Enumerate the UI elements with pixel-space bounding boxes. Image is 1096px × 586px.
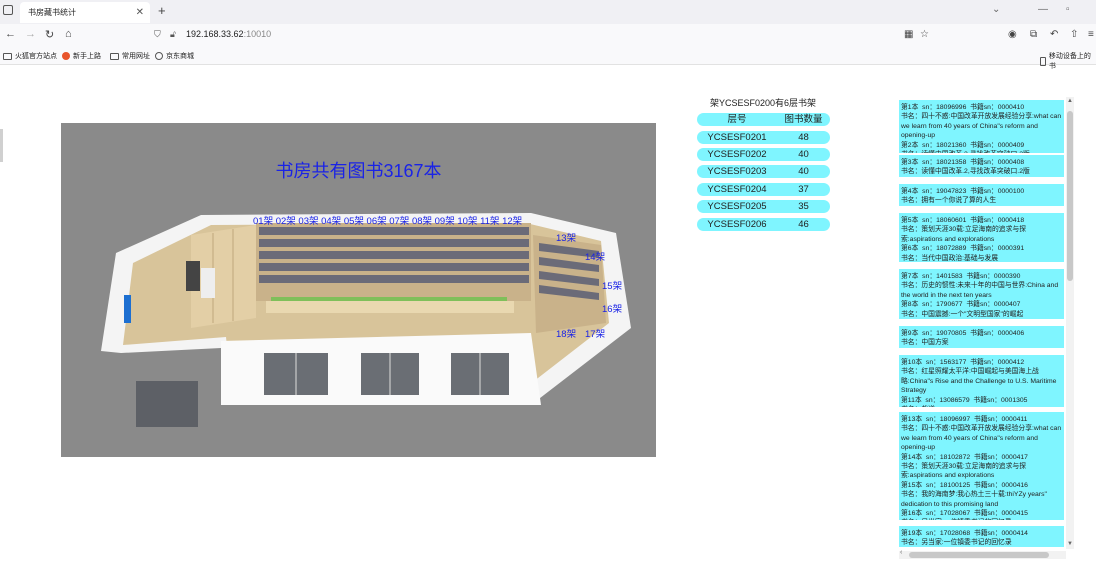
shelf-layer-id: YCSESF0201 [707, 132, 767, 143]
shield-icon[interactable]: ⛉ [154, 29, 161, 40]
new-tab-button[interactable]: + [158, 3, 166, 18]
minimize-icon[interactable]: — [1038, 4, 1048, 15]
shelf-row[interactable]: YCSESF0202 40 [697, 148, 830, 161]
url-port: :10010 [243, 29, 272, 39]
book-entry[interactable]: 第19本 sn：17028068 书籍sn：0000414 书名：另当家:一位镇… [899, 526, 1064, 547]
book-entry[interactable]: 第1本 sn：18096996 书籍sn：0000410 书名：四十不惑:中国改… [899, 100, 1064, 153]
book-entry[interactable]: 第13本 sn：18096997 书籍sn：0000411 书名：四十不惑:中国… [899, 412, 1064, 520]
book-list-vertical-scrollbar[interactable]: ▲ ▼ [1066, 97, 1074, 549]
mobile-bookmarks[interactable]: 移动设备上的书 [1040, 51, 1096, 71]
book-entry[interactable]: 第4本 sn：19047823 书籍sn：0000100 书名：拥有一个你说了算… [899, 184, 1064, 206]
back-icon[interactable]: ← [5, 28, 16, 40]
shelf-row[interactable]: YCSESF0204 37 [697, 183, 830, 196]
bookmarks-bar: 火狐官方站点 新手上路 常用网址 京东商城 移动设备上的书 [0, 47, 1096, 70]
globe-icon [155, 52, 163, 60]
room-3d-view: 书房共有图书3167本 01架 02架 03架 04架 05架 06架 07架 … [61, 123, 656, 457]
shelf-label-18[interactable]: 18架 [556, 326, 576, 340]
home-icon[interactable]: ⌂ [65, 28, 72, 40]
tab-list-icon[interactable] [3, 5, 13, 15]
sidebar-handle[interactable] [0, 129, 3, 162]
share-icon[interactable]: ⇧ [1070, 29, 1078, 40]
book-list-horizontal-scrollbar[interactable]: ‹ [899, 549, 1066, 559]
shelf-book-count: 35 [798, 201, 809, 212]
bookmark-label: 火狐官方站点 [15, 53, 57, 60]
shelf-labels-top[interactable]: 01架 02架 03架 04架 05架 06架 07架 08架 09架 10架 … [253, 213, 522, 227]
bookmark-label: 新手上路 [73, 53, 101, 60]
scroll-thumb[interactable] [1067, 111, 1073, 281]
shelf-layer-id: YCSESF0204 [707, 184, 767, 195]
shelf-book-count: 40 [798, 166, 809, 177]
tab-dropdown-icon[interactable]: ⌄ [992, 4, 1000, 15]
mobile-icon [1040, 56, 1046, 66]
shelf-label-14[interactable]: 14架 [585, 249, 605, 263]
shelf-row[interactable]: YCSESF0203 40 [697, 165, 830, 178]
url-host: 192.168.33.62 [186, 29, 244, 39]
shelf-label-16[interactable]: 16架 [602, 301, 622, 315]
bookmark-item[interactable]: 京东商城 [155, 51, 194, 61]
folder-icon [110, 52, 119, 60]
menu-icon[interactable]: ≡ [1088, 29, 1094, 40]
shelf-layer-id: YCSESF0203 [707, 166, 767, 177]
shelf-book-count: 37 [798, 184, 809, 195]
shelf-row[interactable]: YCSESF0201 48 [697, 131, 830, 144]
bookmark-item[interactable]: 火狐官方站点 [3, 51, 57, 61]
shelf-layer-id: YCSESF0206 [707, 219, 767, 230]
book-entry[interactable]: 第10本 sn：1563177 书籍sn：0000412 书名：红星照耀太平洋:… [899, 355, 1064, 407]
book-entry[interactable]: 第3本 sn：18021358 书籍sn：0000408 书名：读懂中国改革.2… [899, 155, 1064, 177]
tab-bar: 书房藏书统计 ✕ + ⌄ — ▫ [0, 0, 1096, 24]
book-entry[interactable]: 第7本 sn：1401583 书籍sn：0000390 书名：历史的惯性:未来十… [899, 269, 1064, 319]
close-tab-icon[interactable]: ✕ [136, 2, 144, 23]
shelf-row[interactable]: YCSESF0206 46 [697, 218, 830, 231]
book-entry[interactable]: 第5本 sn：18060601 书籍sn：0000418 书名：策划天涯30载:… [899, 213, 1064, 262]
shelf-book-count: 40 [798, 149, 809, 160]
book-list[interactable]: 第1本 sn：18096996 书籍sn：0000410 书名：四十不惑:中国改… [899, 97, 1066, 547]
shelf-label-17[interactable]: 17架 [585, 326, 605, 340]
bookmark-item[interactable]: 常用网址 [110, 51, 150, 61]
reload-icon[interactable]: ↻ [45, 28, 54, 41]
lock-icon[interactable]: 🔓︎ [170, 29, 176, 40]
account-icon[interactable]: ◉ [1008, 29, 1017, 40]
shelf-label-13[interactable]: 13架 [556, 230, 576, 244]
scroll-left-icon[interactable]: ‹ [900, 549, 902, 556]
room-title: 书房共有图书3167本 [275, 161, 442, 181]
header-count: 图书数量 [784, 114, 823, 125]
qr-code-icon[interactable]: ▦ [904, 29, 913, 40]
book-entry[interactable]: 第9本 sn：19070805 书籍sn：0000406 书名：中国方案 [899, 326, 1064, 348]
undo-icon[interactable]: ↶ [1050, 29, 1058, 40]
address-bar[interactable]: 192.168.33.62:10010 [186, 29, 271, 39]
shelf-book-count: 46 [798, 219, 809, 230]
bookmark-label: 京东商城 [166, 53, 194, 60]
header-layer: 层号 [727, 114, 747, 125]
shelf-book-count: 48 [798, 132, 809, 143]
shelf-table-header: 层号 图书数量 [697, 113, 830, 126]
scroll-up-icon[interactable]: ▲ [1067, 98, 1073, 104]
maximize-icon[interactable]: ▫ [1066, 4, 1070, 15]
firefox-icon [62, 52, 70, 60]
shelf-layer-id: YCSESF0202 [707, 149, 767, 160]
forward-icon[interactable]: → [25, 28, 36, 40]
navigation-bar: ← → ↻ ⌂ ⛉ 🔓︎ 192.168.33.62:10010 ▦ ☆ ◉ ⧉… [0, 24, 1096, 47]
scroll-down-icon[interactable]: ▼ [1067, 541, 1073, 547]
tab-title: 书房藏书统计 [28, 8, 76, 17]
bookmark-label: 移动设备上的书 [1048, 53, 1091, 70]
shelf-table-title: 架YCSESF0200有6层书架 [709, 98, 817, 108]
folder-icon [3, 52, 12, 60]
bookmark-star-icon[interactable]: ☆ [920, 29, 929, 40]
shelf-row[interactable]: YCSESF0205 35 [697, 200, 830, 213]
bookmark-label: 常用网址 [122, 53, 150, 60]
extensions-icon[interactable]: ⧉ [1030, 29, 1037, 40]
scroll-thumb[interactable] [909, 552, 1049, 558]
shelf-label-15[interactable]: 15架 [602, 278, 622, 292]
active-tab[interactable]: 书房藏书统计 ✕ [20, 2, 150, 23]
shelf-layer-id: YCSESF0205 [707, 201, 767, 212]
bookmark-item[interactable]: 新手上路 [62, 51, 101, 61]
